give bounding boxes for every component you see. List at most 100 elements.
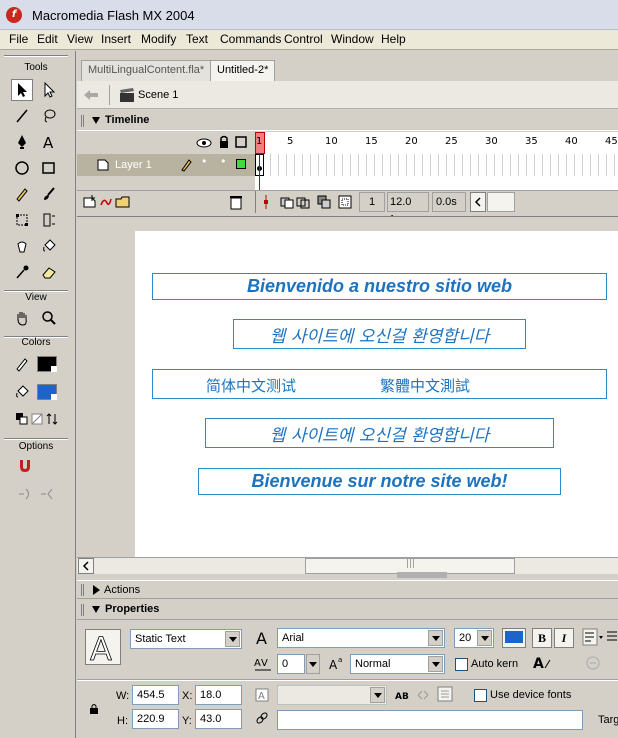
paint-bucket-tool[interactable]	[38, 235, 60, 257]
onion-skin-outlines-icon[interactable]	[296, 195, 310, 209]
actions-panel-header[interactable]: Actions	[77, 580, 618, 599]
eyedropper-tool[interactable]	[11, 261, 33, 283]
layer-outline-color[interactable]	[236, 159, 246, 169]
align-direction-icon[interactable]	[582, 628, 604, 648]
height-field[interactable]: 220.9	[132, 709, 179, 729]
fill-color-tool[interactable]	[11, 381, 33, 403]
timeline-scroll-thumb[interactable]	[487, 192, 515, 212]
chevron-down-icon[interactable]	[428, 656, 443, 672]
outline-square-icon[interactable]	[235, 136, 247, 148]
menu-file[interactable]: File	[9, 32, 28, 46]
panel-splitter-handle[interactable]	[397, 572, 447, 578]
properties-panel-header[interactable]: Properties	[77, 600, 618, 620]
brush-tool[interactable]	[38, 183, 60, 205]
frame-rate-readout[interactable]: 12.0 fps	[387, 192, 429, 226]
x-position-field[interactable]: 18.0	[195, 685, 242, 705]
menu-help[interactable]: Help	[381, 32, 406, 46]
menu-text[interactable]: Text	[186, 32, 208, 46]
letter-spacing-dropdown[interactable]	[306, 654, 320, 674]
chevron-down-icon[interactable]	[225, 631, 240, 647]
text-type-select[interactable]: Static Text	[130, 629, 242, 649]
stage-text-french[interactable]: Bienvenue sur notre site web!	[198, 468, 561, 495]
align-left-icon[interactable]	[607, 630, 617, 644]
menu-edit[interactable]: Edit	[37, 32, 58, 46]
text-tool[interactable]: A	[38, 131, 60, 153]
menu-view[interactable]: View	[67, 32, 93, 46]
fill-transform-tool[interactable]	[38, 209, 60, 231]
italic-button[interactable]: I	[554, 628, 574, 648]
line-tool[interactable]	[11, 105, 33, 127]
delete-layer-trash-icon[interactable]	[229, 194, 243, 210]
menu-insert[interactable]: Insert	[101, 32, 131, 46]
lock-dot[interactable]: •	[220, 155, 227, 168]
menu-commands[interactable]: Commands	[220, 32, 281, 46]
layer-name-cell[interactable]: Layer 1 • •	[77, 154, 255, 176]
chevron-down-icon[interactable]	[477, 630, 492, 646]
url-link-field[interactable]	[277, 710, 583, 730]
pencil-tool[interactable]	[11, 183, 33, 205]
chevron-down-icon[interactable]	[428, 630, 443, 646]
tab-multilingualcontent[interactable]: MultiLingualContent.fla*	[81, 60, 212, 81]
onion-skin-icon[interactable]	[280, 195, 294, 209]
layer-frames[interactable]	[255, 154, 618, 176]
timeline-scroll-left-button[interactable]	[470, 192, 486, 212]
text-color-button[interactable]	[502, 628, 526, 648]
free-transform-tool[interactable]	[11, 209, 33, 231]
use-device-fonts-checkbox[interactable]	[474, 689, 487, 702]
lasso-tool[interactable]	[38, 105, 60, 127]
stage-text-spanish[interactable]: Bienvenido a nuestro sitio web	[152, 273, 607, 300]
stage-canvas[interactable]: Bienvenido a nuestro sitio web 웹 사이트에 오신…	[135, 231, 618, 558]
scroll-left-button[interactable]	[78, 558, 94, 574]
oval-tool[interactable]	[11, 157, 33, 179]
eraser-tool[interactable]	[38, 261, 60, 283]
straighten-button[interactable]	[36, 483, 58, 505]
layer-name[interactable]: Layer 1	[115, 159, 152, 171]
url-link-icon[interactable]	[585, 655, 601, 671]
constrain-lock-icon[interactable]	[89, 703, 99, 715]
frame-ruler[interactable]: 1 5 10 15 20 25 30 35 40 45	[255, 132, 618, 154]
font-size-field[interactable]: 20	[454, 628, 494, 648]
rectangle-tool[interactable]	[38, 157, 60, 179]
edit-multiple-frames-icon[interactable]	[317, 195, 331, 209]
menu-window[interactable]: Window	[331, 32, 374, 46]
menu-control[interactable]: Control	[284, 32, 323, 46]
snap-magnet-button[interactable]	[14, 455, 36, 477]
back-arrow-button[interactable]	[82, 87, 100, 103]
insert-layer-folder-icon[interactable]	[115, 195, 131, 209]
letter-spacing-field[interactable]: 0	[277, 654, 305, 674]
subselect-tool[interactable]	[38, 79, 60, 101]
smooth-button[interactable]	[14, 483, 36, 505]
selectable-text-icon[interactable]: AB	[395, 689, 409, 701]
menu-modify[interactable]: Modify	[141, 32, 176, 46]
pen-tool[interactable]	[11, 131, 33, 153]
hand-tool[interactable]	[11, 307, 33, 329]
bold-button[interactable]: B	[532, 628, 552, 648]
layer-row[interactable]: Layer 1 • •	[77, 154, 618, 176]
ink-bottle-tool[interactable]	[11, 235, 33, 257]
scene-label[interactable]: Scene 1	[138, 89, 178, 101]
timeline-panel-header[interactable]: Timeline	[77, 111, 618, 131]
lock-icon[interactable]	[218, 135, 230, 149]
insert-layer-icon[interactable]	[83, 195, 97, 209]
visibility-dot[interactable]: •	[201, 155, 208, 168]
stroke-color-tool[interactable]	[11, 353, 33, 375]
center-frame-icon[interactable]	[262, 195, 270, 209]
tab-untitled-2[interactable]: Untitled-2*	[210, 60, 276, 81]
swap-colors-button[interactable]	[41, 408, 63, 430]
font-family-select[interactable]: Arial	[277, 628, 445, 648]
stage-text-korean-1[interactable]: 웹 사이트에 오신걸 환영합니다	[233, 319, 526, 349]
width-field[interactable]: 454.5	[132, 685, 179, 705]
modify-onion-markers-icon[interactable]	[338, 195, 352, 209]
y-position-field[interactable]: 43.0	[195, 709, 242, 729]
text-format-icon[interactable]: A	[533, 655, 551, 671]
zoom-tool[interactable]	[38, 307, 60, 329]
auto-kern-checkbox[interactable]	[455, 658, 468, 671]
stage-text-korean-2[interactable]: 웹 사이트에 오신걸 환영합니다	[205, 418, 554, 448]
eye-icon[interactable]	[196, 137, 212, 149]
add-motion-guide-icon[interactable]	[99, 195, 113, 209]
stage-horizontal-scrollbar[interactable]: |||	[77, 557, 618, 578]
arrow-tool[interactable]	[11, 79, 33, 101]
stage-text-chinese-box[interactable]: 简体中文测试 繁體中文測試	[152, 369, 607, 399]
stage-area[interactable]: Bienvenido a nuestro sitio web 웹 사이트에 오신…	[77, 216, 618, 558]
character-position-select[interactable]: Normal	[350, 654, 445, 674]
